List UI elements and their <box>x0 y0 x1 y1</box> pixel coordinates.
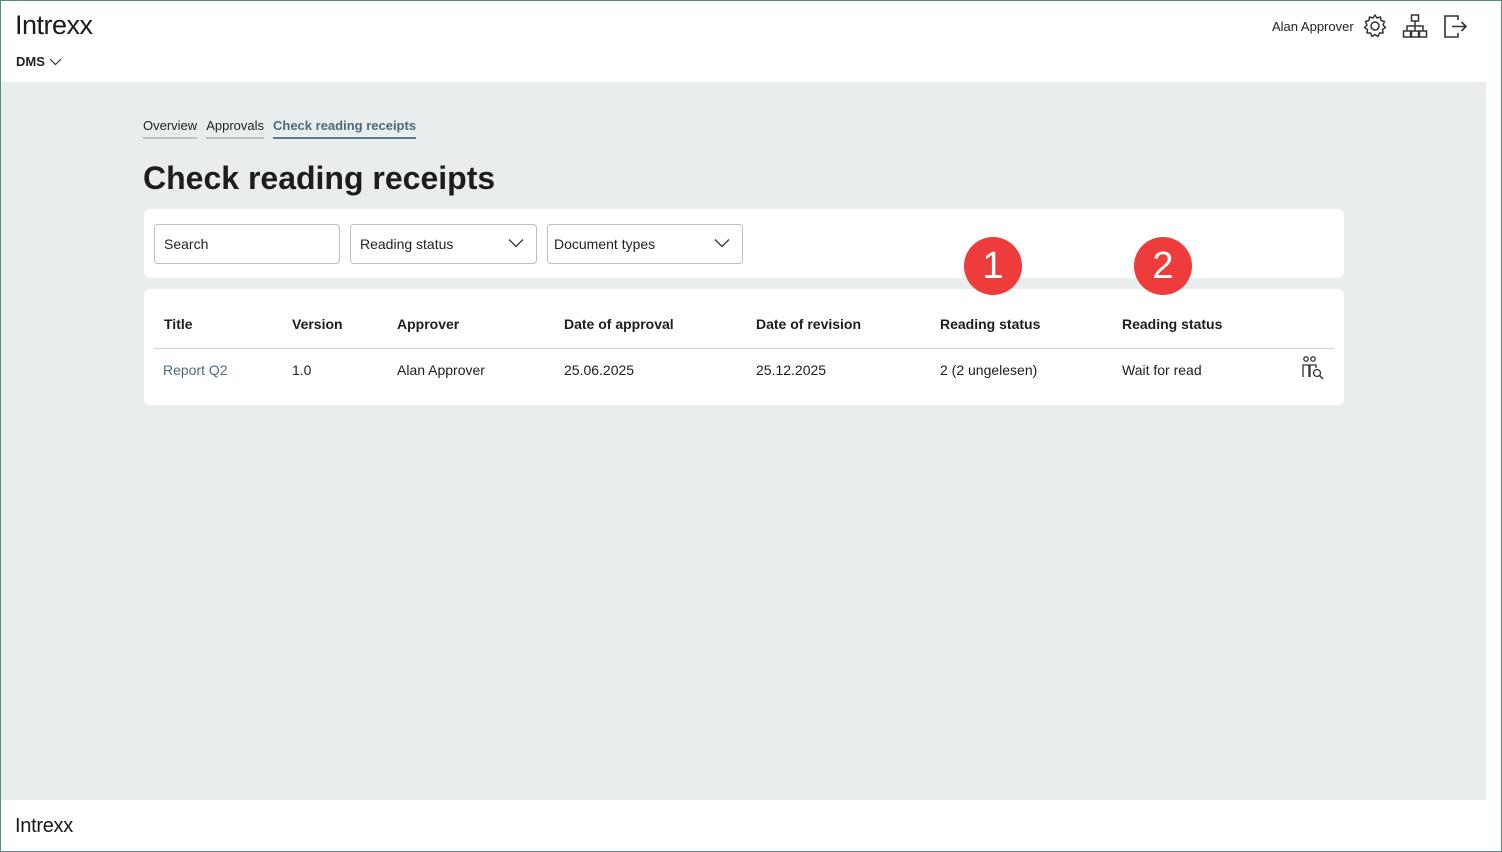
app-header <box>1 1 1486 82</box>
app-menu-dms[interactable]: DMS <box>16 54 62 69</box>
column-header-reading-status[interactable]: Reading status <box>1122 316 1222 332</box>
row-reading-count: 2 (2 ungelesen) <box>940 362 1038 378</box>
app-menu-label: DMS <box>16 54 45 69</box>
chevron-down-icon <box>508 239 524 248</box>
column-header-version[interactable]: Version <box>292 316 343 332</box>
column-header-date-of-revision[interactable]: Date of revision <box>756 316 861 332</box>
reading-status-select-label: Reading status <box>360 236 454 252</box>
user-name[interactable]: Alan Approver <box>1272 19 1354 34</box>
row-date-of-approval: 25.06.2025 <box>564 362 635 378</box>
logout-icon[interactable] <box>1441 12 1469 40</box>
tab-overview[interactable]: Overview <box>143 118 198 139</box>
tab-approvals[interactable]: Approvals <box>206 118 264 139</box>
row-approver: Alan Approver <box>397 362 485 378</box>
chevron-down-icon <box>714 239 730 248</box>
gear-icon[interactable] <box>1361 12 1389 40</box>
reading-status-select[interactable]: Reading status <box>350 224 537 264</box>
scrollbar[interactable] <box>1486 1 1501 851</box>
table-divider <box>154 348 1334 349</box>
column-header-title[interactable]: Title <box>164 316 193 332</box>
row-version: 1.0 <box>292 362 312 378</box>
receipts-table: Title Version Approver Date of approval … <box>144 289 1344 405</box>
users-search-icon[interactable] <box>1298 354 1326 382</box>
page-title: Check reading receipts <box>143 160 496 196</box>
chevron-down-icon <box>49 58 62 65</box>
column-header-date-of-approval[interactable]: Date of approval <box>564 316 674 332</box>
row-reading-status: Wait for read <box>1122 362 1202 378</box>
footer-logo: Intrexx <box>15 815 73 837</box>
tab-check-reading-receipts[interactable]: Check reading receipts <box>273 118 417 139</box>
column-header-reading-count[interactable]: Reading status <box>940 316 1040 332</box>
annotation-badge-2: 2 <box>1134 237 1192 295</box>
document-types-select-label: Document types <box>554 236 656 252</box>
tab-bar: Overview Approvals Check reading receipt… <box>143 118 417 139</box>
search-input[interactable] <box>164 236 330 252</box>
app-footer <box>1 800 1486 851</box>
search-field[interactable] <box>154 224 340 264</box>
annotation-badge-1: 1 <box>964 237 1022 295</box>
row-title-link[interactable]: Report Q2 <box>163 362 228 378</box>
sitemap-icon[interactable] <box>1401 12 1429 40</box>
app-logo[interactable]: Intrexx <box>15 10 93 41</box>
document-types-select[interactable]: Document types <box>547 224 743 264</box>
column-header-approver[interactable]: Approver <box>397 316 459 332</box>
row-date-of-revision: 25.12.2025 <box>756 362 827 378</box>
